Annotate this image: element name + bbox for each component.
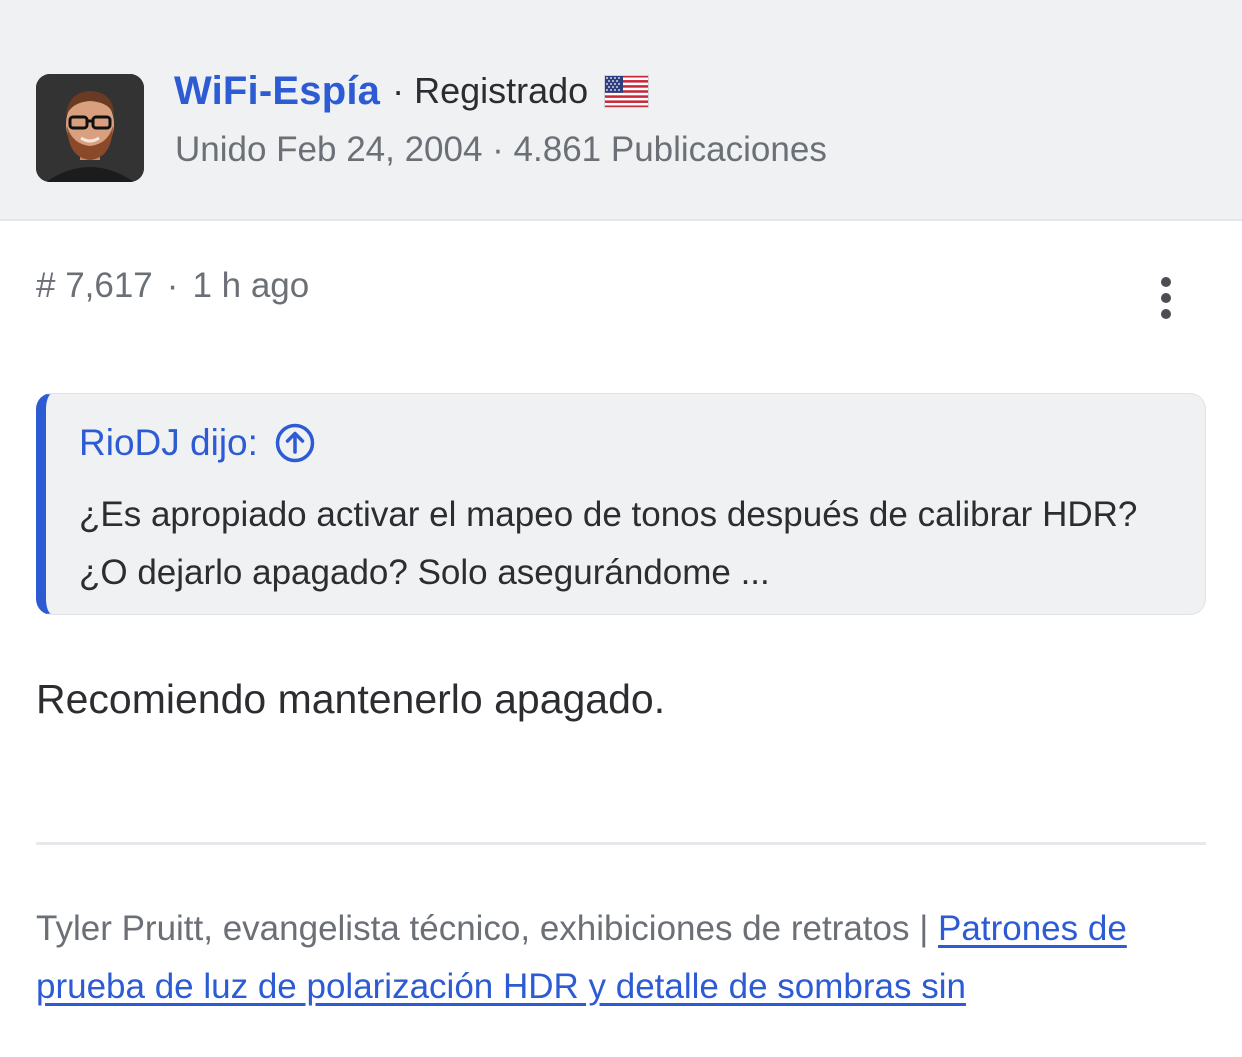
post-meta: # 7,617 · 1 h ago <box>36 266 309 306</box>
user-meta: Unido Feb 24, 2004 · 4.861 Publicaciones <box>175 130 827 169</box>
post-body: Recomiendo mantenerlo apagado. <box>36 676 666 722</box>
post-number[interactable]: # 7,617 <box>36 266 153 305</box>
vertical-ellipsis-icon <box>1161 277 1171 319</box>
post-time: 1 h ago <box>192 266 310 305</box>
quote-text: ¿Es apropiado activar el mapeo de tonos … <box>79 495 1138 592</box>
username-link[interactable]: WiFi-Espía <box>174 69 380 114</box>
quote-header: RioDJ dijo: <box>79 422 316 464</box>
signature-divider <box>36 842 1206 845</box>
user-line: WiFi-Espía · Registrado <box>174 64 650 118</box>
us-flag-icon <box>604 74 650 108</box>
post-header: WiFi-Espía · Registrado Unido Feb 24, 20… <box>0 0 1242 221</box>
quote-block[interactable]: RioDJ dijo: ¿Es apropiado activar el map… <box>36 393 1206 615</box>
more-options-button[interactable] <box>1140 272 1192 324</box>
quote-author-link[interactable]: RioDJ dijo: <box>79 422 258 464</box>
signature-text: Tyler Pruitt, evangelista técnico, exhib… <box>36 909 939 948</box>
signature: Tyler Pruitt, evangelista técnico, exhib… <box>36 900 1206 1016</box>
separator-dot: · <box>392 70 405 111</box>
user-role: Registrado <box>414 70 589 111</box>
arrow-up-circle-icon[interactable] <box>274 422 316 464</box>
user-avatar[interactable] <box>36 74 144 182</box>
separator-dot: · <box>166 266 179 305</box>
